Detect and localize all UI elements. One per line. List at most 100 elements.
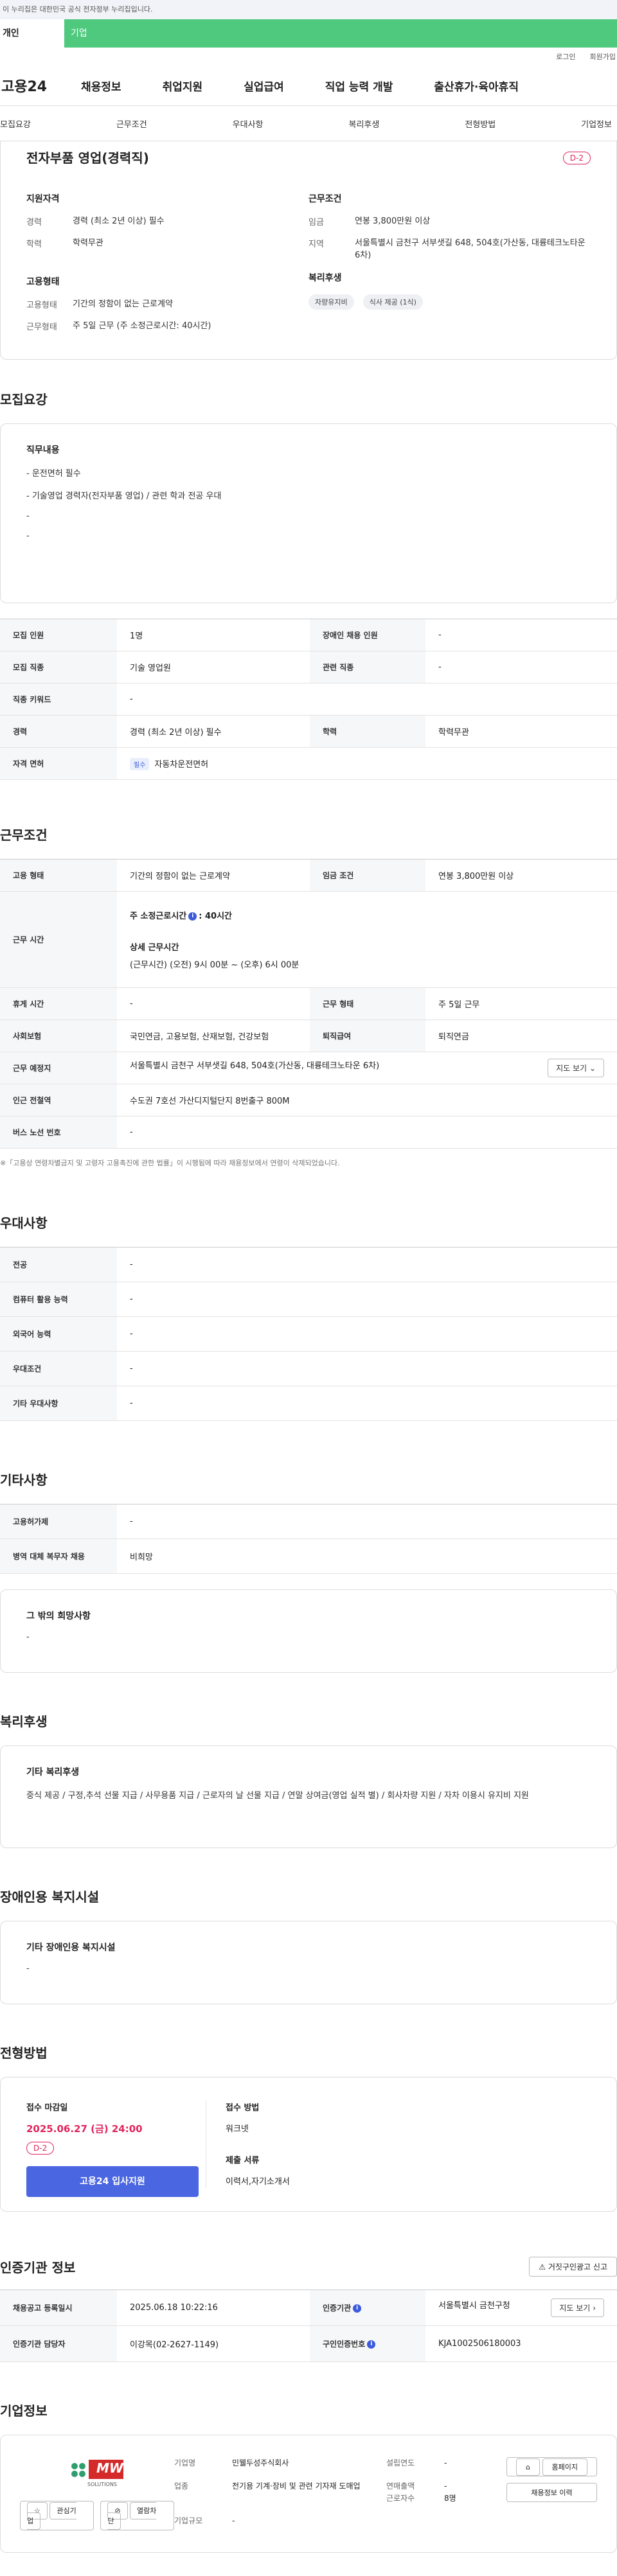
favorite-company-button[interactable]: ☆ 관심기업 xyxy=(20,2501,94,2530)
deadline-heading: 접수 마감일 xyxy=(26,2103,68,2113)
label: 경력 xyxy=(26,218,42,227)
etc-heading: 기타사항 xyxy=(0,1472,48,1488)
label: 지역 xyxy=(308,239,324,249)
job-summary-card: 전자부품 영업(경력직) D-2 지원자격 경력 경력 (최소 2년 이상) 필수… xyxy=(0,141,617,360)
tab-company-info[interactable]: 기업정보 xyxy=(581,118,612,130)
dday-badge: D-2 xyxy=(562,152,591,164)
chevron-right-icon: › xyxy=(593,2304,596,2313)
gnb-benefit[interactable]: 실업급여 xyxy=(244,78,284,94)
map-button-label: 지도 보기 xyxy=(559,2304,591,2313)
label-cell: 구인인증번호 i xyxy=(310,2325,425,2362)
job-desc-line: - 기술영업 경력자(전자부품 영업) / 관련 학과 전공 우대 xyxy=(26,491,222,501)
global-nav: 고용24 채용정보 취업지원 실업급여 직업 능력 개발 출산휴가·육아휴직 xyxy=(0,66,617,105)
info-icon[interactable]: i xyxy=(353,2304,362,2313)
label: 사회보험 xyxy=(0,1019,117,1052)
label: 인증기관 xyxy=(323,2304,352,2313)
value: - xyxy=(117,1386,617,1421)
apply-button[interactable]: 고용24 입사지원 xyxy=(26,2166,199,2197)
value: - xyxy=(117,987,310,1020)
homepage-label: 홈페이지 xyxy=(542,2458,587,2476)
home-icon: ⌂ xyxy=(516,2458,541,2476)
map-button[interactable]: 지도 보기 ⌄ xyxy=(548,1059,604,1077)
value: 경력 (최소 2년 이상) 필수 xyxy=(73,216,165,226)
recruit-heading: 모집요강 xyxy=(0,392,48,407)
value: - xyxy=(117,1504,617,1539)
label: 설립연도 xyxy=(386,2458,415,2467)
value: 민웰두성주식회사 xyxy=(232,2458,289,2467)
tab-pref[interactable]: 우대사항 xyxy=(233,118,264,130)
gnb-support[interactable]: 취업지원 xyxy=(163,78,203,94)
site-logo[interactable]: 고용24 xyxy=(0,75,81,96)
value: 서울특별시 금천구 서부샛길 648, 504호(가산동, 대륭테크노타운 6차… xyxy=(130,1061,380,1071)
company-heading: 기업정보 xyxy=(0,2403,48,2419)
screening-right: 접수 방법 워크넷 제출 서류 이력서,자기소개서 xyxy=(206,2101,290,2188)
value: - xyxy=(232,2516,235,2526)
report-button[interactable]: ⚠ 거짓구인광고 신고 xyxy=(529,2257,617,2277)
welfare-section-heading: 복리후생 xyxy=(0,1714,48,1729)
label: 장애인 채용 인원 xyxy=(310,619,425,651)
org-cell: 서울특별시 금천구청 지도 보기 › xyxy=(425,2289,617,2326)
agency-heading: 인증기관 정보 xyxy=(0,2260,76,2275)
block-view-button[interactable]: ⊘ 열람차단 xyxy=(100,2501,174,2530)
info-icon[interactable]: i xyxy=(188,912,197,921)
tab-company[interactable]: 기업 xyxy=(64,19,617,48)
value: 경력 (최소 2년 이상) 필수 xyxy=(117,715,310,748)
login-link[interactable]: 로그인 xyxy=(556,51,575,62)
label: 기업명 xyxy=(174,2458,196,2467)
tab-recruit[interactable]: 모집요강 xyxy=(0,118,31,130)
company-actions: ⌂ 홈페이지 채용정보 이력 xyxy=(506,2457,597,2502)
disabled-heading: 장애인용 복지시설 xyxy=(0,1889,100,1905)
value: - xyxy=(117,1316,617,1352)
gnb-menu: 채용정보 취업지원 실업급여 직업 능력 개발 출산휴가·육아휴직 xyxy=(81,78,617,94)
recruit-table: 모집 인원 1명 장애인 채용 인원 - 모집 직종 기술 영업원 관련 직종 … xyxy=(0,619,617,780)
license-cell: 필수 자동차운전면허 xyxy=(117,747,617,780)
label-cell: 인증기관 i xyxy=(310,2289,425,2326)
value: 주 5일 근무 (주 소정근로시간: 40시간) xyxy=(73,321,211,331)
tab-screening[interactable]: 전형방법 xyxy=(465,118,496,130)
alert-icon: ⚠ xyxy=(539,2263,546,2272)
label: 우대조건 xyxy=(0,1351,117,1386)
gnb-jobs[interactable]: 채용정보 xyxy=(81,78,121,94)
map-button[interactable]: 지도 보기 › xyxy=(551,2298,604,2317)
util-links: 로그인 회원가입 xyxy=(0,48,617,66)
gnb-training[interactable]: 직업 능력 개발 xyxy=(325,78,393,94)
label: 채용공고 등록일시 xyxy=(0,2289,117,2326)
report-button-label: 거짓구인광고 신고 xyxy=(548,2263,607,2272)
tab-welfare[interactable]: 복리후생 xyxy=(348,118,379,130)
employ-heading: 고용형태 xyxy=(26,277,60,287)
disabled-box-title: 기타 장애인용 복지시설 xyxy=(26,1943,116,1953)
label: 전공 xyxy=(0,1247,117,1282)
company-info: 기업명 민웰두성주식회사 설립연도 - 업종 전기용 기계·장비 및 관련 기자… xyxy=(174,2457,541,2530)
chevron-down-icon: ⌄ xyxy=(589,1064,596,1073)
value: 서울특별시 금천구 서부샛길 648, 504호(가산동, 대륭테크노타운 6차… xyxy=(355,238,586,261)
label: 구인인증번호 xyxy=(323,2340,366,2349)
screening-heading: 전형방법 xyxy=(0,2045,48,2061)
work-heading: 근무조건 xyxy=(0,827,48,843)
summary-left: 지원자격 경력 경력 (최소 2년 이상) 필수 학력 학력무관 고용형태 고용형태… xyxy=(26,192,308,341)
agency-table: 채용공고 등록일시 2025.06.18 10:22:16 인증기관 i 서울특별… xyxy=(0,2289,617,2362)
tab-work[interactable]: 근무조건 xyxy=(116,118,147,130)
label: 모집 인원 xyxy=(0,619,117,651)
job-history-button[interactable]: 채용정보 이력 xyxy=(506,2483,597,2502)
label: 직종 키워드 xyxy=(0,683,117,716)
etc-table: 고용허가제 - 병역 대체 복무자 채용 비희망 xyxy=(0,1504,617,1574)
signup-link[interactable]: 회원가입 xyxy=(590,51,616,62)
value: - xyxy=(117,1116,617,1149)
weekly-hours-label: 주 소정근로시간 xyxy=(130,912,187,921)
detail-hours-heading: 상세 근무시간 xyxy=(130,943,179,953)
homepage-button[interactable]: ⌂ 홈페이지 xyxy=(506,2457,597,2476)
label: 연매출액 xyxy=(386,2481,415,2491)
value: 기간의 정함이 없는 근로계약 xyxy=(73,299,173,309)
value: - xyxy=(117,1351,617,1386)
map-button-label: 지도 보기 xyxy=(556,1064,587,1073)
tab-individual[interactable]: 개인 xyxy=(0,19,64,48)
disabled-box-value: - xyxy=(26,1964,30,1973)
welfare-box: 기타 복리후생 중식 제공 / 구정,추석 선물 지급 / 사무용품 지급 / … xyxy=(0,1745,617,1848)
info-icon[interactable]: i xyxy=(367,2340,376,2349)
value: 자동차운전면허 xyxy=(154,759,209,770)
label: 인증기관 담당자 xyxy=(0,2325,117,2362)
gnb-leave[interactable]: 출산휴가·육아휴직 xyxy=(434,78,519,94)
label: 휴게 시간 xyxy=(0,987,117,1020)
label: 모집 직종 xyxy=(0,651,117,684)
gov-banner: 이 누리집은 대한민국 공식 전자정부 누리집입니다. xyxy=(0,0,617,19)
